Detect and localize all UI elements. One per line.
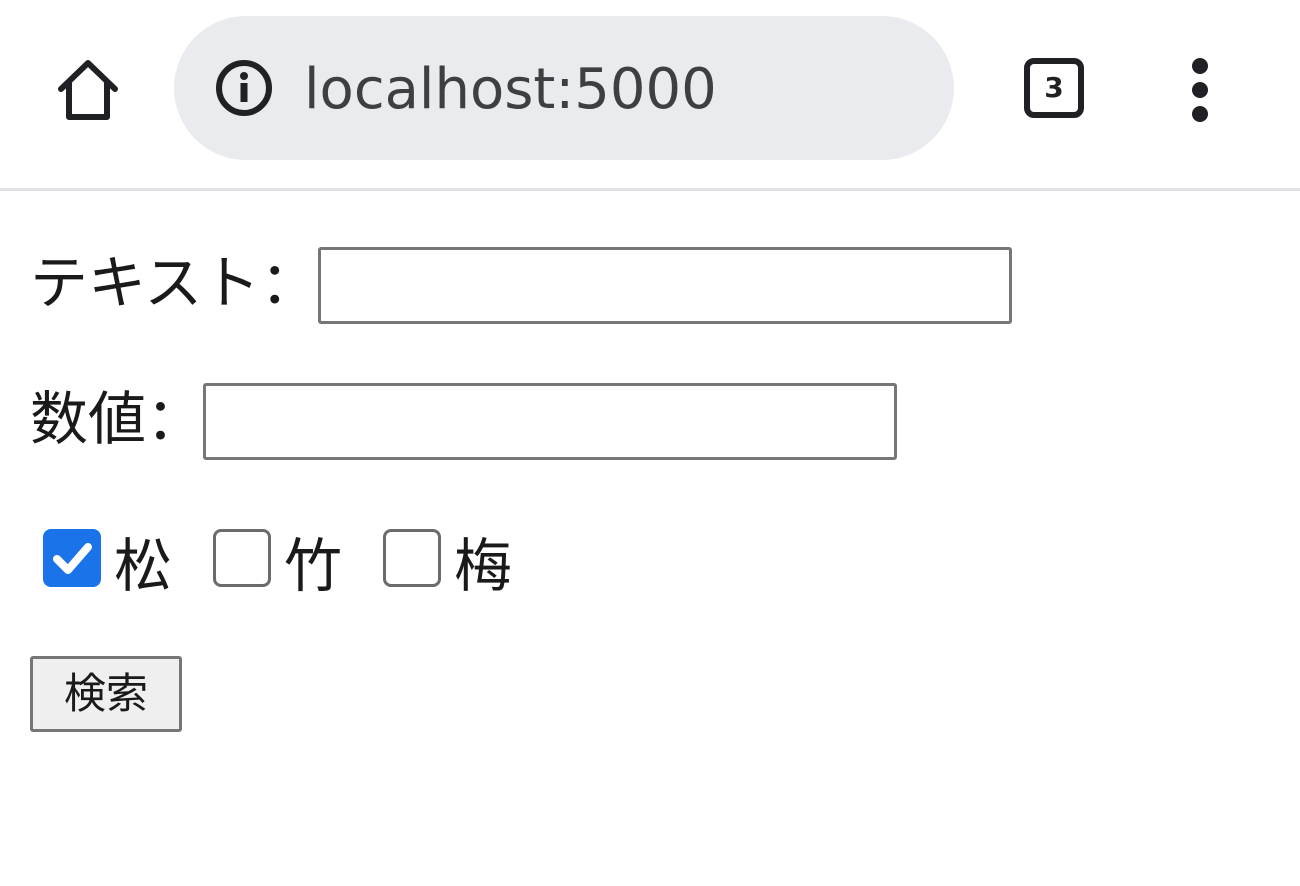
search-button[interactable]: 検索	[30, 656, 182, 732]
number-field-label: 数値：	[30, 385, 205, 453]
checkbox-ume[interactable]	[383, 529, 441, 587]
checkbox-label-matsu: 松	[114, 532, 173, 600]
checkbox-matsu[interactable]	[43, 529, 101, 587]
text-input[interactable]	[318, 247, 1012, 324]
address-bar[interactable]: localhost:5000	[174, 16, 954, 160]
info-icon[interactable]	[214, 58, 274, 118]
more-vert-icon-dot	[1192, 106, 1208, 122]
home-icon	[58, 60, 118, 120]
text-field-label: テキスト：	[30, 249, 319, 317]
checkbox-take[interactable]	[213, 529, 271, 587]
checkbox-label-take: 竹	[284, 532, 343, 600]
more-vert-icon-dot	[1192, 82, 1208, 98]
page-content: テキスト： 数値： 松 竹 梅 検索	[0, 191, 1300, 886]
browser-toolbar: localhost:5000 3	[0, 0, 1300, 191]
url-text: localhost:5000	[304, 57, 717, 122]
home-button[interactable]	[48, 50, 128, 130]
tab-count-icon: 3	[1024, 58, 1084, 118]
more-menu-button[interactable]	[1168, 50, 1232, 130]
checkbox-label-ume: 梅	[454, 532, 513, 600]
tab-switcher-button[interactable]: 3	[1018, 52, 1090, 124]
number-input[interactable]	[203, 383, 897, 460]
more-vert-icon	[1192, 58, 1208, 74]
checkmark-icon	[53, 543, 92, 574]
tab-count: 3	[1044, 71, 1064, 104]
